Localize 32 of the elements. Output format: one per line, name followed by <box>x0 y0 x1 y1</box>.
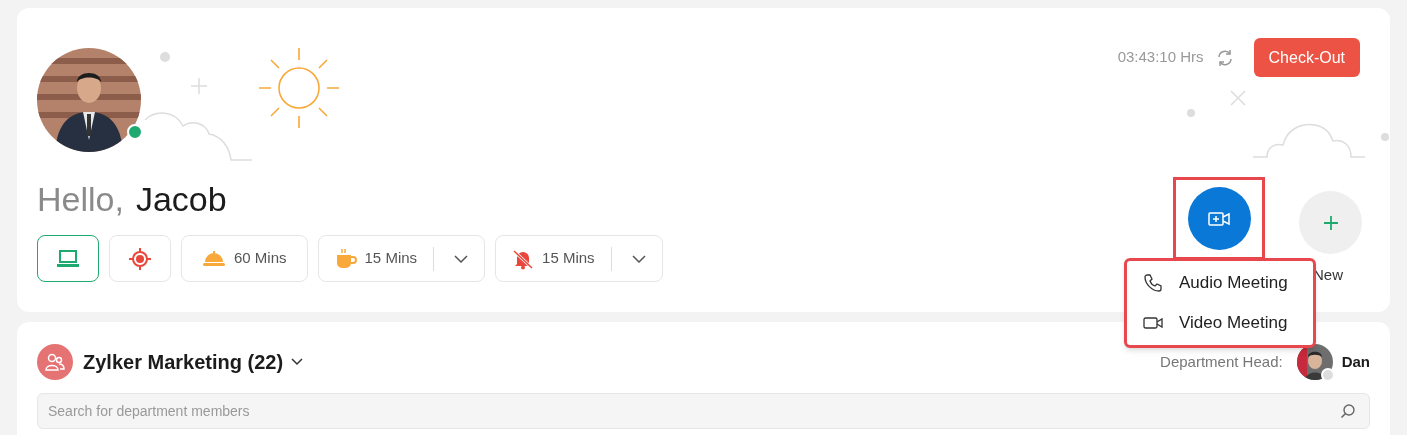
user-name: Jacob <box>135 179 227 220</box>
phone-icon <box>1143 273 1163 293</box>
chevron-down-icon[interactable] <box>291 358 304 366</box>
video-add-icon <box>1208 211 1230 226</box>
group-icon <box>37 344 73 380</box>
department-title[interactable]: Zylker Marketing (22) <box>83 347 284 377</box>
department-head-name: Dan <box>1341 351 1370 372</box>
plus-icon <box>1322 214 1339 231</box>
video-camera-icon <box>1143 315 1163 331</box>
status-button[interactable] <box>37 235 99 282</box>
refresh-icon[interactable] <box>1215 48 1234 67</box>
chevron-down-icon[interactable] <box>454 254 469 263</box>
work-timer: 03:43:10 Hrs <box>1117 47 1204 68</box>
search-field[interactable]: Search for department members <box>37 393 1370 429</box>
check-out-button[interactable]: Check-Out <box>1253 38 1360 77</box>
sun-icon <box>257 46 341 130</box>
target-icon <box>128 246 152 271</box>
menu-item[interactable]: Audio Meeting <box>1127 263 1313 303</box>
department-head-label: Department Head: <box>1160 351 1283 372</box>
coffee-cup-icon <box>334 247 357 270</box>
status-button[interactable]: 15 Mins <box>495 235 663 282</box>
food-cover-icon <box>202 249 226 268</box>
chevron-down-icon[interactable] <box>631 254 646 263</box>
greeting-text: Hello, <box>37 179 124 220</box>
status-button[interactable]: 60 Mins <box>181 235 308 282</box>
status-label: 15 Mins <box>542 248 595 269</box>
status-button[interactable]: 15 Mins <box>317 235 486 282</box>
bell-off-icon <box>512 247 535 270</box>
laptop-icon <box>56 249 80 268</box>
menu-item[interactable]: Video Meeting <box>1127 303 1313 343</box>
search-icon[interactable] <box>1340 403 1356 419</box>
status-label: 15 Mins <box>364 248 418 269</box>
